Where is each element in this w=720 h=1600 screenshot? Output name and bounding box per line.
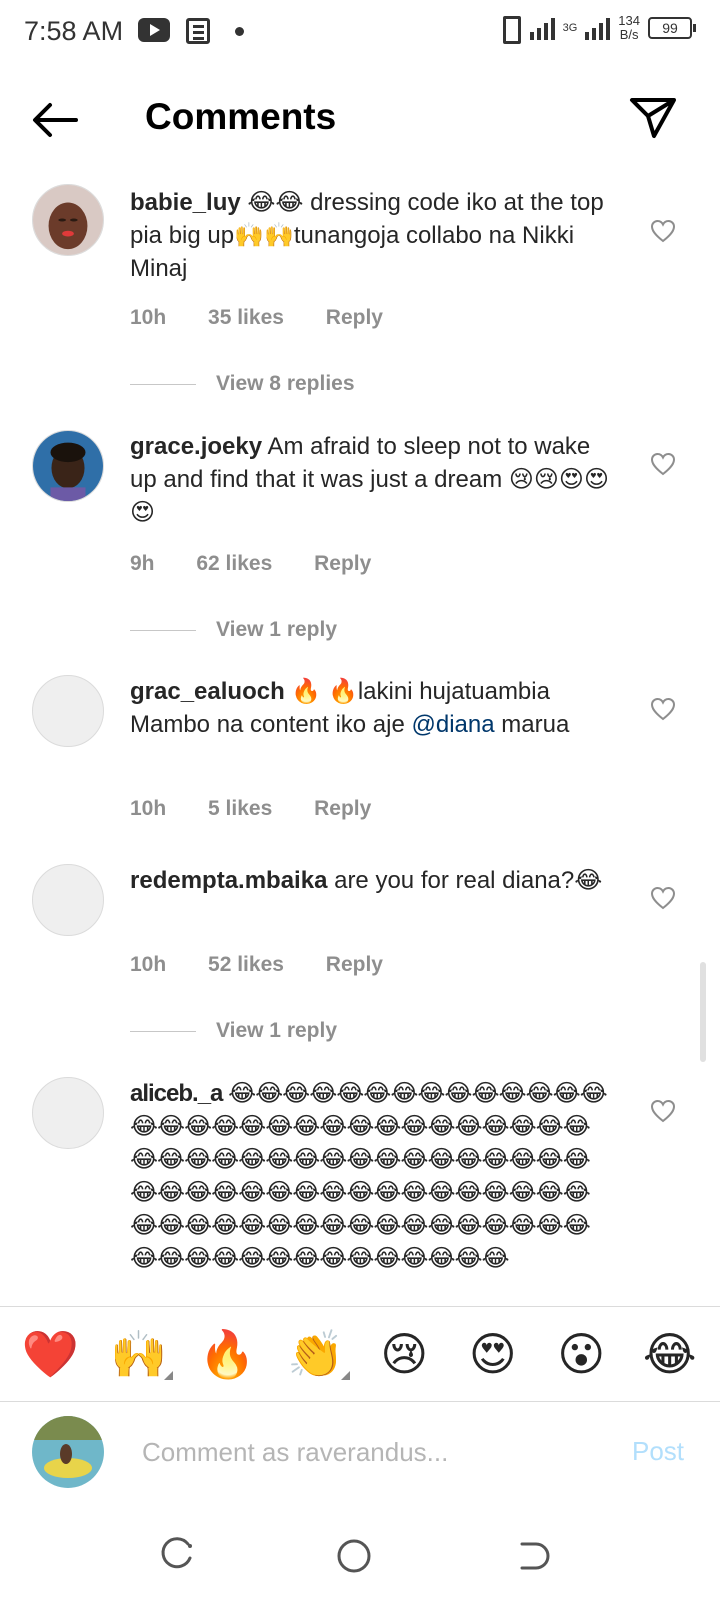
heart-icon[interactable]	[650, 886, 676, 910]
comment-text: babie_luy 😂😂 dressing code iko at the to…	[130, 186, 610, 285]
comment-meta: 10h 35 likes Reply	[130, 306, 419, 330]
comment-time: 10h	[130, 953, 167, 976]
reply-button[interactable]: Reply	[326, 953, 383, 977]
arrow-left-icon[interactable]	[30, 100, 80, 140]
header: Comments	[0, 66, 720, 172]
signal-icon-2	[585, 16, 611, 40]
comment-likes[interactable]: 62 likes	[196, 552, 272, 576]
comment-meta: 9h 62 likes Reply	[130, 552, 407, 576]
skin-tone-indicator-icon	[340, 1371, 350, 1380]
emoji-laughing-button[interactable]: 😂	[634, 1318, 706, 1390]
news-icon	[186, 18, 210, 44]
reply-button[interactable]: Reply	[326, 306, 383, 330]
vibrate-icon	[496, 15, 522, 44]
comment-text: grac_ealuoch 🔥 🔥lakini hujatuambia Mambo…	[130, 675, 610, 741]
recent-apps-icon[interactable]	[154, 1534, 198, 1578]
mention-link[interactable]: @diana	[412, 711, 495, 738]
avatar[interactable]	[32, 184, 104, 256]
comment-text: redempta.mbaika are you for real diana?😂	[130, 864, 610, 897]
comment-time: 10h	[130, 797, 167, 820]
comment-content-end: marua	[494, 711, 570, 738]
network-type: 3G	[562, 22, 578, 34]
heart-icon[interactable]	[650, 219, 676, 243]
comment-likes[interactable]: 5 likes	[208, 797, 272, 821]
avatar[interactable]	[32, 675, 104, 747]
comment-text: grace.joeky Am afraid to sleep not to wa…	[130, 430, 610, 529]
page-title: Comments	[145, 96, 337, 137]
comment-content: 😂😂😂😂😂😂😂😂😂😂😂😂😂😂😂😂😂😂😂😂😂😂😂😂😂😂😂😂😂😂😂😂😂😂😂😂😂😂😂😂…	[130, 1080, 608, 1272]
comments-list[interactable]: babie_luy 😂😂 dressing code iko at the to…	[0, 172, 720, 1306]
data-speed-value: 134	[618, 13, 640, 28]
comment-username[interactable]: grac_ealuoch	[130, 678, 285, 705]
comment-input[interactable]	[142, 1430, 592, 1474]
comment-text: aliceb._a 😂😂😂😂😂😂😂😂😂😂😂😂😂😂😂😂😂😂😂😂😂😂😂😂😂😂😂😂😂😂…	[130, 1077, 610, 1275]
comment-content: are you for real diana?😂	[334, 867, 603, 894]
emoji-raised-hands: 🙌	[110, 1327, 168, 1380]
quick-emoji-bar: ❤️ 🙌 🔥 👏 😢 😍 😮 😂	[0, 1306, 720, 1402]
comment-username[interactable]: aliceb._a	[130, 1080, 223, 1107]
home-icon[interactable]	[332, 1534, 376, 1578]
back-nav-icon[interactable]	[510, 1534, 554, 1578]
view-replies-button[interactable]: View 8 replies	[130, 372, 355, 396]
notification-dot-icon	[235, 27, 244, 36]
comment-time: 9h	[130, 552, 155, 575]
status-indicators: 3G 134 B/s 99	[496, 14, 696, 44]
comment-meta: 10h 52 likes Reply	[130, 953, 419, 977]
comment-meta: 10h 5 likes Reply	[130, 797, 407, 821]
heart-icon[interactable]	[650, 452, 676, 476]
heart-icon[interactable]	[650, 1099, 676, 1123]
emoji-raised-hands-button[interactable]: 🙌	[103, 1318, 175, 1390]
heart-icon[interactable]	[650, 697, 676, 721]
status-time: 7:58 AM	[24, 16, 124, 46]
emoji-surprised-button[interactable]: 😮	[545, 1318, 617, 1390]
current-user-avatar	[32, 1416, 104, 1488]
comment-composer: Post	[0, 1402, 720, 1510]
system-nav-bar	[0, 1510, 720, 1600]
avatar[interactable]	[32, 864, 104, 936]
comment-username[interactable]: grace.joeky	[130, 433, 262, 460]
data-speed: 134 B/s	[618, 14, 640, 42]
avatar[interactable]	[32, 1077, 104, 1149]
comment-likes[interactable]: 52 likes	[208, 953, 284, 977]
post-button[interactable]: Post	[632, 1436, 684, 1467]
comment-time: 10h	[130, 306, 167, 329]
battery-icon: 99	[648, 17, 696, 39]
comment-username[interactable]: redempta.mbaika	[130, 867, 327, 894]
emoji-heart-button[interactable]: ❤️	[14, 1318, 86, 1390]
view-replies-button[interactable]: View 1 reply	[130, 618, 337, 642]
status-bar: 7:58 AM 3G 134 B/s 99	[0, 0, 720, 66]
emoji-heart-eyes-button[interactable]: 😍	[457, 1318, 529, 1390]
reply-button[interactable]: Reply	[314, 552, 371, 576]
view-replies-button[interactable]: View 1 reply	[130, 1019, 337, 1043]
youtube-icon	[138, 18, 170, 42]
emoji-clap-button[interactable]: 👏	[280, 1318, 352, 1390]
comment-username[interactable]: babie_luy	[130, 189, 241, 216]
emoji-crying-button[interactable]: 😢	[368, 1318, 440, 1390]
skin-tone-indicator-icon	[163, 1371, 173, 1380]
comment-likes[interactable]: 35 likes	[208, 306, 284, 330]
avatar[interactable]	[32, 430, 104, 502]
emoji-fire-button[interactable]: 🔥	[191, 1318, 263, 1390]
emoji-clap: 👏	[287, 1327, 345, 1380]
paper-plane-icon[interactable]	[628, 94, 678, 140]
data-speed-unit: B/s	[619, 27, 639, 42]
signal-icon	[529, 16, 555, 40]
reply-button[interactable]: Reply	[314, 797, 371, 821]
scrollbar-thumb[interactable]	[700, 962, 706, 1062]
